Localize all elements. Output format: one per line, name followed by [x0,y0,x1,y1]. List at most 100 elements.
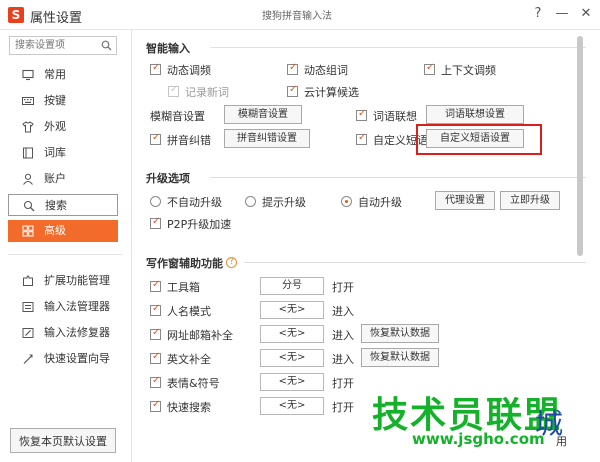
checkbox-box[interactable] [168,84,179,97]
name-mode-hotkey-field[interactable]: <无> [260,301,324,319]
highlight-box [416,124,542,155]
no-auto-upgrade-radio[interactable]: 不自动升级 [150,194,222,210]
wizard-icon [23,354,33,364]
cloud-candidate-checkbox[interactable]: 云计算候选 [287,84,359,100]
checkbox-label: 上下文调频 [441,64,496,77]
radio-label: 提示升级 [262,196,306,209]
watermark-use-char: 用 [556,435,567,448]
checkbox-box[interactable] [356,132,367,145]
checkbox-label: 拼音纠错 [167,134,211,147]
checkbox-box[interactable] [150,399,161,412]
emoji-symbol-hotkey-field[interactable]: <无> [260,373,324,391]
sidebar-search[interactable] [9,36,117,55]
fuzzy-settings-button[interactable]: 模糊音设置 [224,105,302,124]
checkbox-box[interactable] [424,62,435,75]
scrollbar[interactable] [575,30,585,425]
name-mode-checkbox[interactable]: 人名模式 [150,303,211,319]
section-divider [210,47,586,48]
monitor-icon [22,69,34,81]
sidebar-item-extensions[interactable]: 扩展功能管理 [8,270,118,292]
checkbox-label: 云计算候选 [304,86,359,99]
search-icon [23,200,35,212]
english-complete-hotkey-field[interactable]: <无> [260,349,324,367]
quick-search-hotkey-field[interactable]: <无> [260,397,324,415]
checkbox-box[interactable] [150,216,161,229]
help-button[interactable]: ? [528,5,548,23]
checkbox-label: 动态调频 [167,64,211,77]
sidebar-item-search[interactable]: 搜索 [8,194,118,216]
keyboard-icon [22,97,34,105]
sidebar-item-dictionary[interactable]: 词库 [8,142,118,164]
checkbox-box[interactable] [150,303,161,316]
p2p-upgrade-checkbox[interactable]: P2P升级加速 [150,216,231,232]
english-complete-restore-button[interactable]: 恢复默认数据 [361,348,439,367]
checkbox-box[interactable] [150,327,161,340]
url-email-complete-checkbox[interactable]: 网址邮箱补全 [150,327,233,343]
pinyin-correct-checkbox[interactable]: 拼音纠错 [150,132,211,148]
radio-dot[interactable] [341,196,352,207]
toolbox-checkbox[interactable]: 工具箱 [150,279,200,295]
dynamic-combine-checkbox[interactable]: 动态组词 [287,62,348,78]
english-complete-checkbox[interactable]: 英文补全 [150,351,211,367]
url-email-hotkey-field[interactable]: <无> [260,325,324,343]
sidebar-item-label: 快速设置向导 [44,352,110,365]
checkbox-box[interactable] [150,279,161,292]
sidebar-item-account[interactable]: 账户 [8,168,118,190]
sidebar-item-common[interactable]: 常用 [8,64,118,86]
sidebar-item-label: 扩展功能管理 [44,274,110,287]
checkbox-box[interactable] [287,62,298,75]
sidebar-item-ime-manager[interactable]: 输入法管理器 [8,296,118,318]
checkbox-box[interactable] [356,108,367,121]
sidebar-item-label: 按键 [44,94,66,107]
toolbox-hotkey-field[interactable]: 分号 [260,277,324,295]
sidebar-item-label: 词库 [44,146,66,159]
checkbox-box[interactable] [287,84,298,97]
checkbox-box[interactable] [150,132,161,145]
sidebar-item-label: 账户 [44,172,66,185]
minimize-button[interactable]: — [552,5,572,23]
restore-page-default-button[interactable]: 恢复本页默认设置 [10,428,116,453]
quick-search-checkbox[interactable]: 快速搜索 [150,399,211,415]
help-icon[interactable]: ? [226,257,237,268]
english-complete-action: 进入 [332,353,354,366]
radio-dot[interactable] [245,196,256,207]
window-title: 属性设置 [30,11,83,26]
dynamic-adjust-checkbox[interactable]: 动态调频 [150,62,211,78]
checkbox-label: 网址邮箱补全 [167,329,233,342]
radio-dot[interactable] [150,196,161,207]
emoji-symbol-action: 打开 [332,377,354,390]
word-assoc-checkbox[interactable]: 词语联想 [356,108,417,124]
watermark: 技术员联盟 www.jsgho.com [372,386,562,448]
sidebar-search-input[interactable] [15,39,97,52]
watermark-url: www.jsgho.com [412,430,545,448]
scrollbar-thumb[interactable] [577,36,583,256]
pinyin-correct-settings-button[interactable]: 拼音纠错设置 [224,129,310,148]
section-divider [210,177,586,178]
checkbox-box[interactable] [150,375,161,388]
auto-upgrade-radio[interactable]: 自动升级 [341,194,402,210]
repair-icon [22,328,34,338]
user-icon [23,173,33,185]
checkbox-box[interactable] [150,351,161,364]
sidebar-item-label: 常用 [44,68,66,81]
close-button[interactable]: ✕ [576,5,596,23]
sidebar-item-appearance[interactable]: 外观 [8,116,118,138]
url-email-restore-button[interactable]: 恢复默认数据 [361,324,439,343]
prompt-upgrade-radio[interactable]: 提示升级 [245,194,306,210]
checkbox-box[interactable] [150,62,161,75]
sidebar-item-advanced[interactable]: 高级 [8,220,118,242]
checkbox-label: 动态组词 [304,64,348,77]
sidebar-item-label: 输入法管理器 [44,300,110,313]
sidebar-item-quick-wizard[interactable]: 快速设置向导 [8,348,118,370]
sidebar-item-keys[interactable]: 按键 [8,90,118,112]
sidebar-item-ime-repair[interactable]: 输入法修复器 [8,322,118,344]
quick-search-action: 打开 [332,401,354,414]
proxy-settings-button[interactable]: 代理设置 [435,191,495,210]
emoji-symbol-checkbox[interactable]: 表情&符号 [150,375,220,391]
record-new-words-checkbox[interactable]: 记录新词 [168,84,229,100]
section-title-upgrade: 升级选项 [146,172,190,185]
word-assoc-settings-button[interactable]: 词语联想设置 [426,105,524,124]
context-adjust-checkbox[interactable]: 上下文调频 [424,62,496,78]
search-icon[interactable] [101,40,112,51]
upgrade-now-button[interactable]: 立即升级 [500,191,560,210]
